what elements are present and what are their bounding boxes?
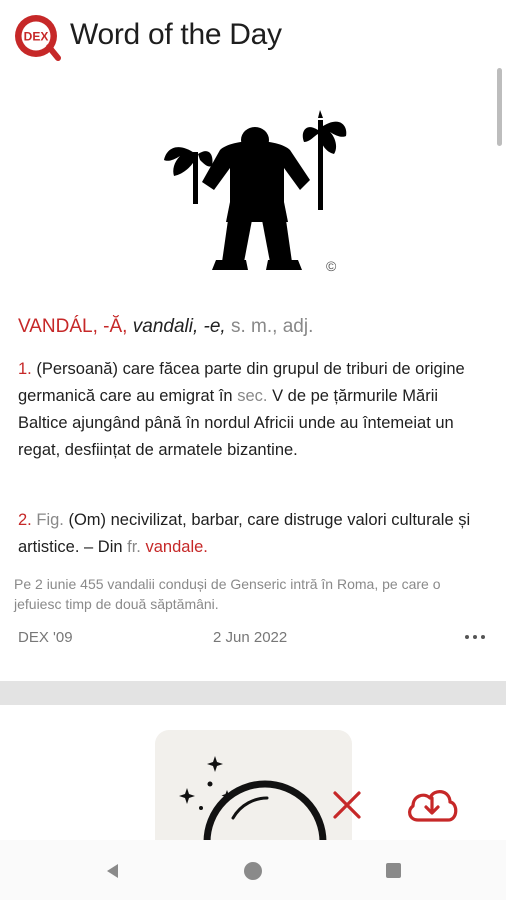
cloud-download-icon[interactable] [404, 782, 460, 828]
section-divider [0, 681, 506, 705]
nav-recents-icon[interactable] [386, 863, 401, 878]
more-dots-icon[interactable] [462, 626, 488, 646]
nav-home-icon[interactable] [244, 862, 262, 880]
dex-logo-icon[interactable]: DEX [13, 13, 61, 61]
abbreviation-link[interactable]: sec. [237, 387, 267, 405]
definition-number: 2. [18, 511, 32, 529]
page-title: Word of the Day [70, 18, 282, 51]
app-header: DEX Word of the Day [0, 0, 506, 72]
abbreviation-link[interactable]: fr. [127, 538, 141, 556]
vandal-warrior-illustration [164, 110, 347, 270]
headword-line: VANDÁL, -Ă, vandali, -e, s. m., adj. [18, 316, 313, 338]
scrollbar[interactable] [497, 68, 502, 146]
word-game-card[interactable] [155, 730, 352, 850]
definition-2: 2. Fig. (Om) necivilizat, barbar, care d… [18, 507, 478, 561]
dictionary-source: DEX '09 [18, 629, 73, 646]
crystal-ball-icon [179, 756, 327, 850]
definition-1: 1. (Persoană) care făcea parte din grupu… [18, 356, 478, 464]
definition-number: 1. [18, 360, 32, 378]
part-of-speech-noun[interactable]: s. m., [231, 316, 277, 337]
headword: VANDÁL, -Ă, [18, 316, 128, 337]
abbreviation-link[interactable]: Fig. [36, 511, 64, 529]
etymology-source: vandale. [145, 538, 208, 556]
example-sentence: Pe 2 iunie 455 vandalii conduși de Gense… [14, 576, 441, 612]
definition-text: (Om) necivilizat, barbar, care distruge … [18, 511, 471, 556]
word-forms: vandali, -e, [132, 316, 226, 337]
copyright-mark: © [326, 258, 337, 274]
part-of-speech-adj[interactable]: adj. [283, 316, 314, 337]
entry-date: 2 Jun 2022 [213, 629, 288, 646]
close-icon[interactable] [330, 788, 364, 822]
nav-back-icon[interactable] [104, 862, 122, 880]
logo-text: DEX [24, 30, 49, 44]
